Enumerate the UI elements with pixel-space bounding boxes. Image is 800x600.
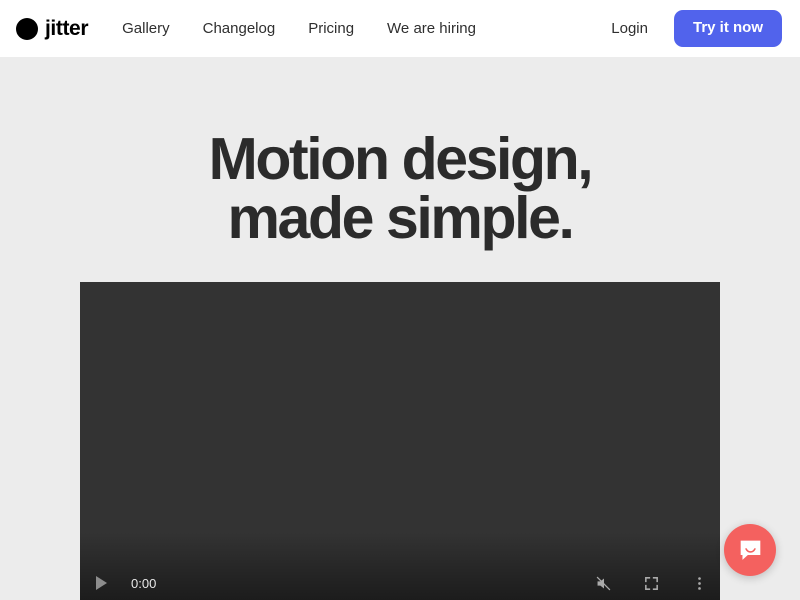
header-actions: Login Try it now bbox=[611, 10, 782, 47]
login-link[interactable]: Login bbox=[611, 21, 648, 36]
fullscreen-icon[interactable] bbox=[643, 575, 660, 592]
video-controls-bar: 0:00 bbox=[80, 566, 720, 600]
site-header: jitter Gallery Changelog Pricing We are … bbox=[0, 0, 800, 57]
nav-item-changelog[interactable]: Changelog bbox=[203, 15, 276, 42]
video-current-time: 0:00 bbox=[131, 575, 157, 591]
try-it-now-button[interactable]: Try it now bbox=[673, 10, 782, 47]
chat-launcher-button[interactable] bbox=[724, 524, 776, 576]
brand-logo[interactable]: jitter bbox=[16, 17, 89, 40]
kebab-menu-icon[interactable] bbox=[691, 575, 708, 592]
page-title: Motion design, made simple. bbox=[208, 126, 594, 251]
video-controls-right bbox=[595, 575, 708, 592]
hero-video-player[interactable]: 0:00 bbox=[80, 282, 720, 600]
chat-bubble-smile-icon bbox=[740, 540, 760, 560]
volume-muted-icon[interactable] bbox=[595, 575, 612, 592]
play-icon[interactable] bbox=[96, 576, 107, 590]
nav-item-we-are-hiring[interactable]: We are hiring bbox=[387, 15, 476, 42]
brand-name: jitter bbox=[45, 17, 89, 40]
nav-item-pricing[interactable]: Pricing bbox=[308, 15, 354, 42]
circle-logo-icon bbox=[16, 17, 38, 40]
main-nav: Gallery Changelog Pricing We are hiring bbox=[122, 15, 476, 42]
nav-item-gallery[interactable]: Gallery bbox=[122, 15, 170, 42]
